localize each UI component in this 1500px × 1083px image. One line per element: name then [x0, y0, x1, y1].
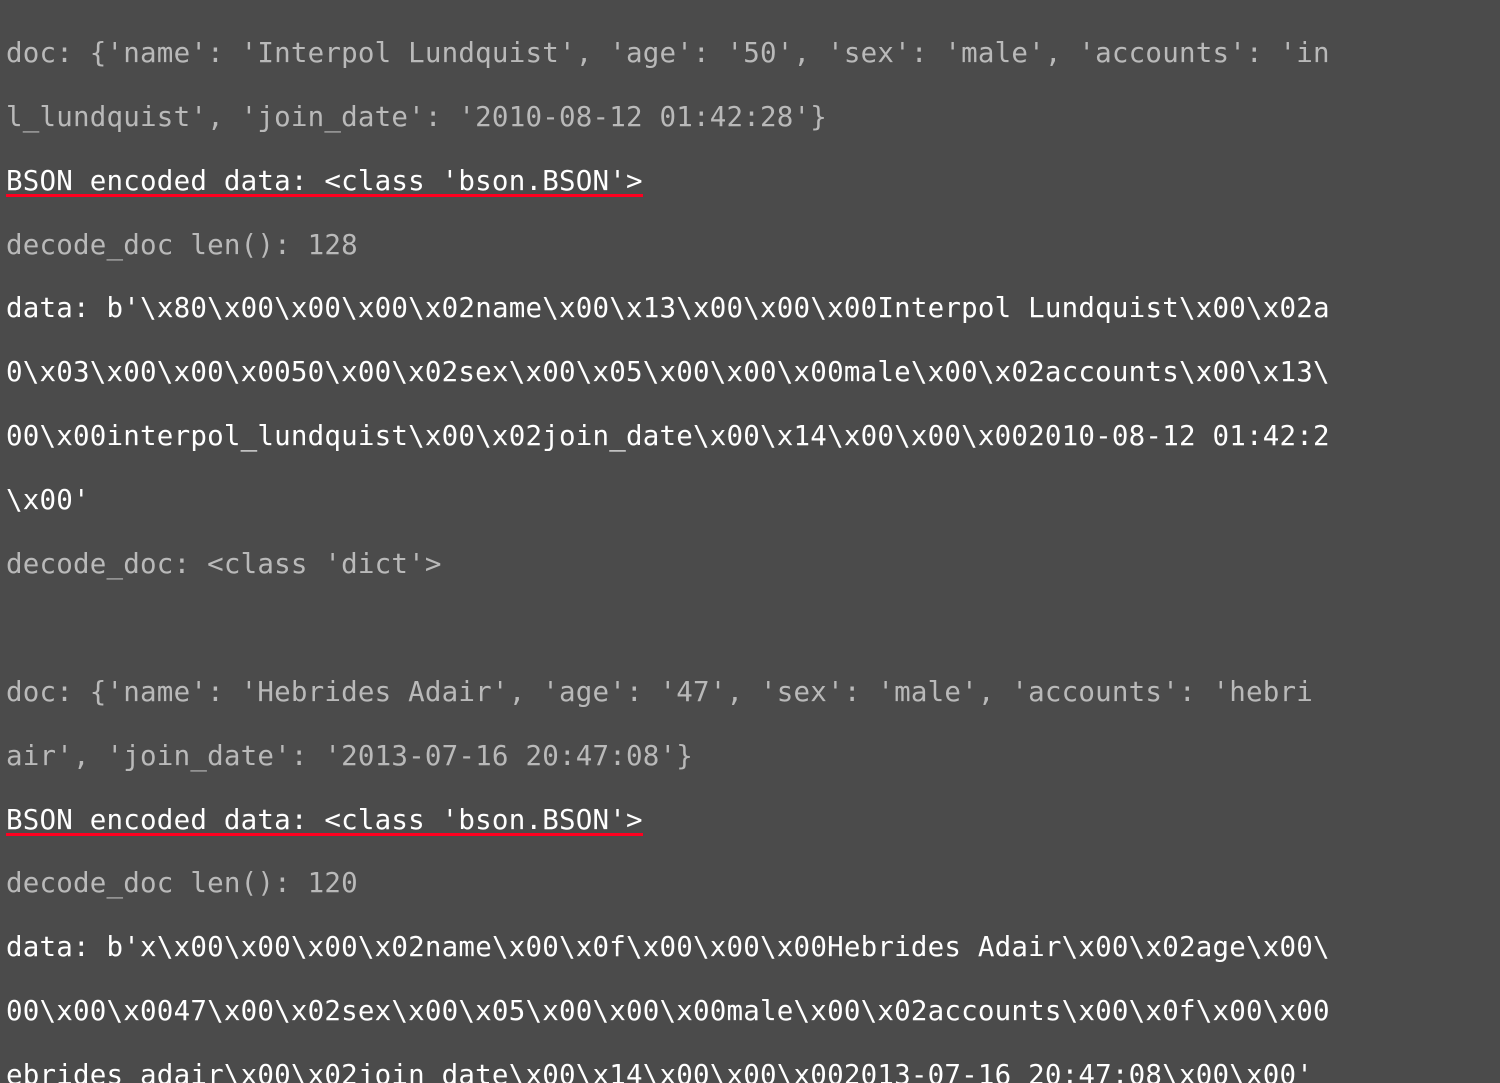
data-bytes: b'x\x00\x00\x00\x02name\x00\x0f\x00\x00\… [107, 931, 1330, 963]
doc-line: doc: {'name': 'Interpol Lundquist', 'age… [6, 38, 1500, 70]
doc-line: air', 'join_date': '2013-07-16 20:47:08'… [6, 741, 1500, 773]
data-label: data: [6, 931, 107, 963]
data-bytes: 00\x00\x0047\x00\x02sex\x00\x05\x00\x00\… [6, 996, 1500, 1028]
data-bytes: b'\x80\x00\x00\x00\x02name\x00\x13\x00\x… [107, 292, 1330, 324]
data-bytes: 0\x03\x00\x00\x0050\x00\x02sex\x00\x05\x… [6, 357, 1500, 389]
doc-line: l_lundquist', 'join_date': '2010-08-12 0… [6, 102, 1500, 134]
data-label: data: [6, 292, 107, 324]
data-bytes: ebrides_adair\x00\x02join_date\x00\x14\x… [6, 1060, 1500, 1083]
bson-encoded-line: BSON encoded data: <class 'bson.BSON'> [6, 168, 643, 197]
data-bytes: \x00' [6, 485, 1500, 517]
terminal-output: doc: {'name': 'Interpol Lundquist', 'age… [0, 0, 1500, 1083]
decode-len-line: decode_doc len(): 120 [6, 868, 1500, 900]
decode-len-line: decode_doc len(): 128 [6, 230, 1500, 262]
doc-line: doc: {'name': 'Hebrides Adair', 'age': '… [6, 677, 1500, 709]
bson-encoded-line: BSON encoded data: <class 'bson.BSON'> [6, 807, 643, 836]
decode-doc-line: decode_doc: <class 'dict'> [6, 549, 1500, 581]
data-bytes: 00\x00interpol_lundquist\x00\x02join_dat… [6, 421, 1500, 453]
